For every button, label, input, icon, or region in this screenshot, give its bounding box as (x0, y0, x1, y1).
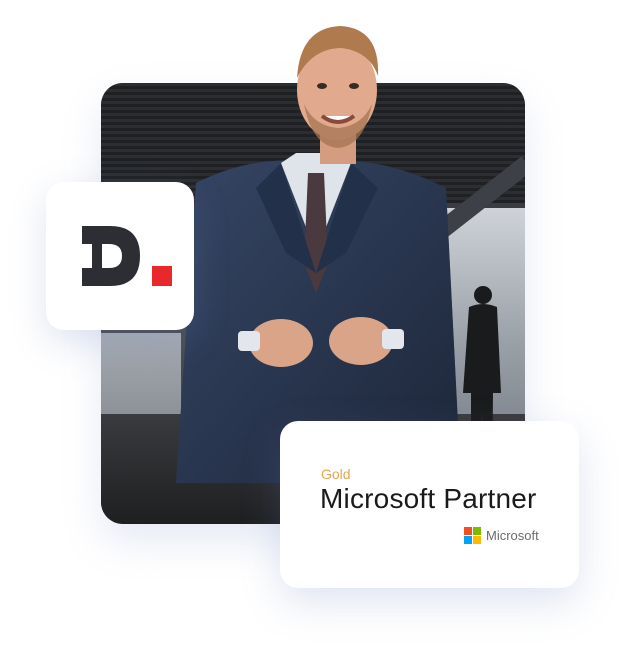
microsoft-wordmark: Microsoft (486, 528, 539, 543)
partner-tier: Gold (321, 466, 351, 482)
company-logo-card (46, 182, 194, 330)
hero-visual: Gold Microsoft Partner Microsoft (0, 0, 625, 651)
d-dot-logo-icon (82, 226, 172, 286)
microsoft-logo: Microsoft (464, 527, 539, 544)
presenter-head (297, 26, 379, 164)
partner-title: Microsoft Partner (320, 483, 537, 514)
microsoft-partner-badge: Gold Microsoft Partner Microsoft (280, 421, 579, 588)
microsoft-windows-icon (464, 527, 481, 544)
